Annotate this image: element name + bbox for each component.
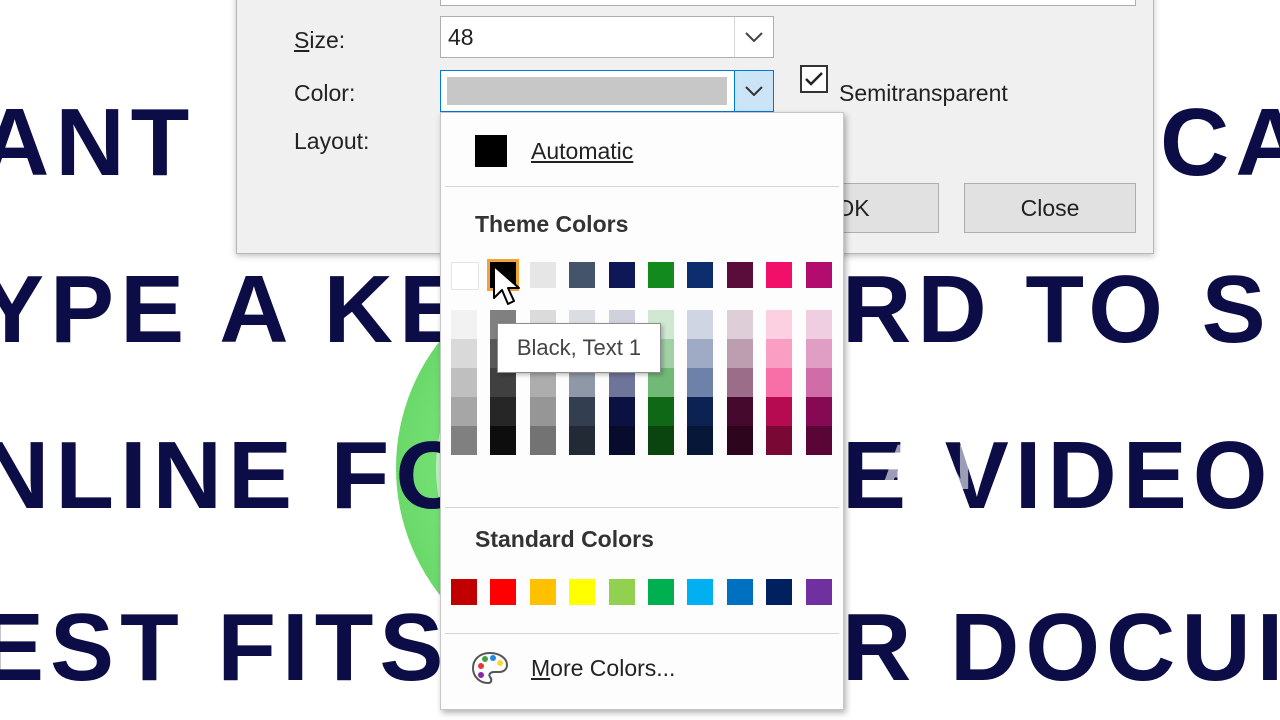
theme-shade-swatch[interactable] [687,310,713,339]
size-label: Size: [294,27,346,53]
theme-shade-swatch[interactable] [806,368,832,397]
theme-shade-swatch[interactable] [727,310,753,339]
layout-label: Layout: [294,128,370,154]
theme-shade-swatch[interactable] [687,368,713,397]
more-colors-option[interactable]: More Colors... [471,651,675,685]
more-colors-text: ore Colors... [550,654,676,681]
standard-color-swatch[interactable] [727,579,753,605]
color-tooltip: Black, Text 1 [497,323,661,373]
size-combo[interactable]: 48 [440,16,774,58]
standard-color-swatch[interactable] [569,579,595,605]
size-value: 48 [448,24,474,50]
theme-color-swatch[interactable] [727,262,753,288]
color-label: Color: [294,80,356,106]
theme-shade-swatch[interactable] [451,310,477,339]
theme-color-swatch[interactable] [687,262,713,288]
theme-shade-swatch[interactable] [648,397,674,426]
close-button[interactable]: Close [964,183,1136,233]
standard-color-swatch[interactable] [530,579,556,605]
theme-shade-swatch[interactable] [806,310,832,339]
semitransparent-checkbox[interactable] [800,65,828,93]
size-label-text: ize: [309,27,346,53]
background-text-line: NLINE FO [0,422,476,529]
theme-shade-swatch[interactable] [727,426,753,455]
theme-shade-swatch[interactable] [766,310,792,339]
chevron-down-icon[interactable] [734,71,773,111]
theme-shade-swatch[interactable] [451,339,477,368]
background-text-line: RD TO S [842,256,1272,363]
standard-color-swatch[interactable] [648,579,674,605]
theme-shade-swatch[interactable] [530,397,556,426]
color-combo[interactable] [440,70,774,112]
background-text-line: ANT [0,89,196,196]
standard-color-swatch[interactable] [687,579,713,605]
theme-shade-swatch[interactable] [451,397,477,426]
theme-shade-swatch[interactable] [806,426,832,455]
theme-color-swatch[interactable] [648,262,674,288]
theme-shade-swatch[interactable] [806,339,832,368]
theme-shade-swatch[interactable] [727,368,753,397]
theme-color-swatch[interactable] [569,262,595,288]
theme-color-swatch[interactable] [530,262,556,288]
theme-shade-swatch[interactable] [569,426,595,455]
more-colors-label: More Colors... [531,654,676,681]
theme-shade-swatch[interactable] [490,426,516,455]
theme-shade-swatch[interactable] [766,426,792,455]
standard-color-swatch[interactable] [451,579,477,605]
theme-shade-swatch[interactable] [569,397,595,426]
theme-shade-swatch[interactable] [766,397,792,426]
standard-color-swatch[interactable] [766,579,792,605]
divider [445,186,839,187]
theme-color-swatch[interactable] [609,262,635,288]
theme-color-swatch[interactable] [806,262,832,288]
automatic-swatch [475,135,507,167]
palette-icon [471,651,509,685]
theme-color-swatch[interactable] [766,262,792,288]
theme-shade-swatch[interactable] [609,426,635,455]
font-combo-partial[interactable] [440,0,1136,6]
background-text-line: CAI [1160,89,1280,196]
theme-shade-swatch[interactable] [727,339,753,368]
mouse-cursor-icon [493,265,520,305]
theme-color-swatch[interactable] [451,262,479,290]
theme-shade-swatch[interactable] [530,426,556,455]
theme-shade-swatch[interactable] [766,339,792,368]
chevron-down-icon[interactable] [734,17,773,57]
theme-shade-swatch[interactable] [806,397,832,426]
theme-shade-swatch[interactable] [727,397,753,426]
background-logo-text: AN [880,431,973,503]
standard-color-swatch[interactable] [490,579,516,605]
divider [445,507,839,508]
checkmark-icon [805,72,823,86]
color-palette-dropdown: Automatic Theme Colors Standard Colors M… [440,112,844,710]
automatic-color-option[interactable]: Automatic [475,135,633,167]
theme-shade-swatch[interactable] [687,426,713,455]
theme-shade-swatch[interactable] [490,397,516,426]
theme-shade-swatch[interactable] [766,368,792,397]
theme-shade-swatch[interactable] [648,426,674,455]
background-text-line: YPE A KE [0,256,469,363]
theme-shade-swatch[interactable] [687,339,713,368]
theme-shade-swatch[interactable] [451,426,477,455]
standard-color-swatch[interactable] [806,579,832,605]
divider [445,633,839,634]
theme-colors-title: Theme Colors [475,211,629,237]
semitransparent-label[interactable]: Semitransparent [839,80,1008,107]
background-text-line: R DOCUI [842,594,1280,701]
standard-colors-title: Standard Colors [475,526,654,552]
automatic-label: Automatic [531,137,634,164]
theme-shade-swatch[interactable] [451,368,477,397]
background-text-line: EST FITS [0,594,450,701]
color-preview [447,77,727,105]
standard-color-swatch[interactable] [609,579,635,605]
theme-shade-swatch[interactable] [609,397,635,426]
theme-shade-swatch[interactable] [687,397,713,426]
